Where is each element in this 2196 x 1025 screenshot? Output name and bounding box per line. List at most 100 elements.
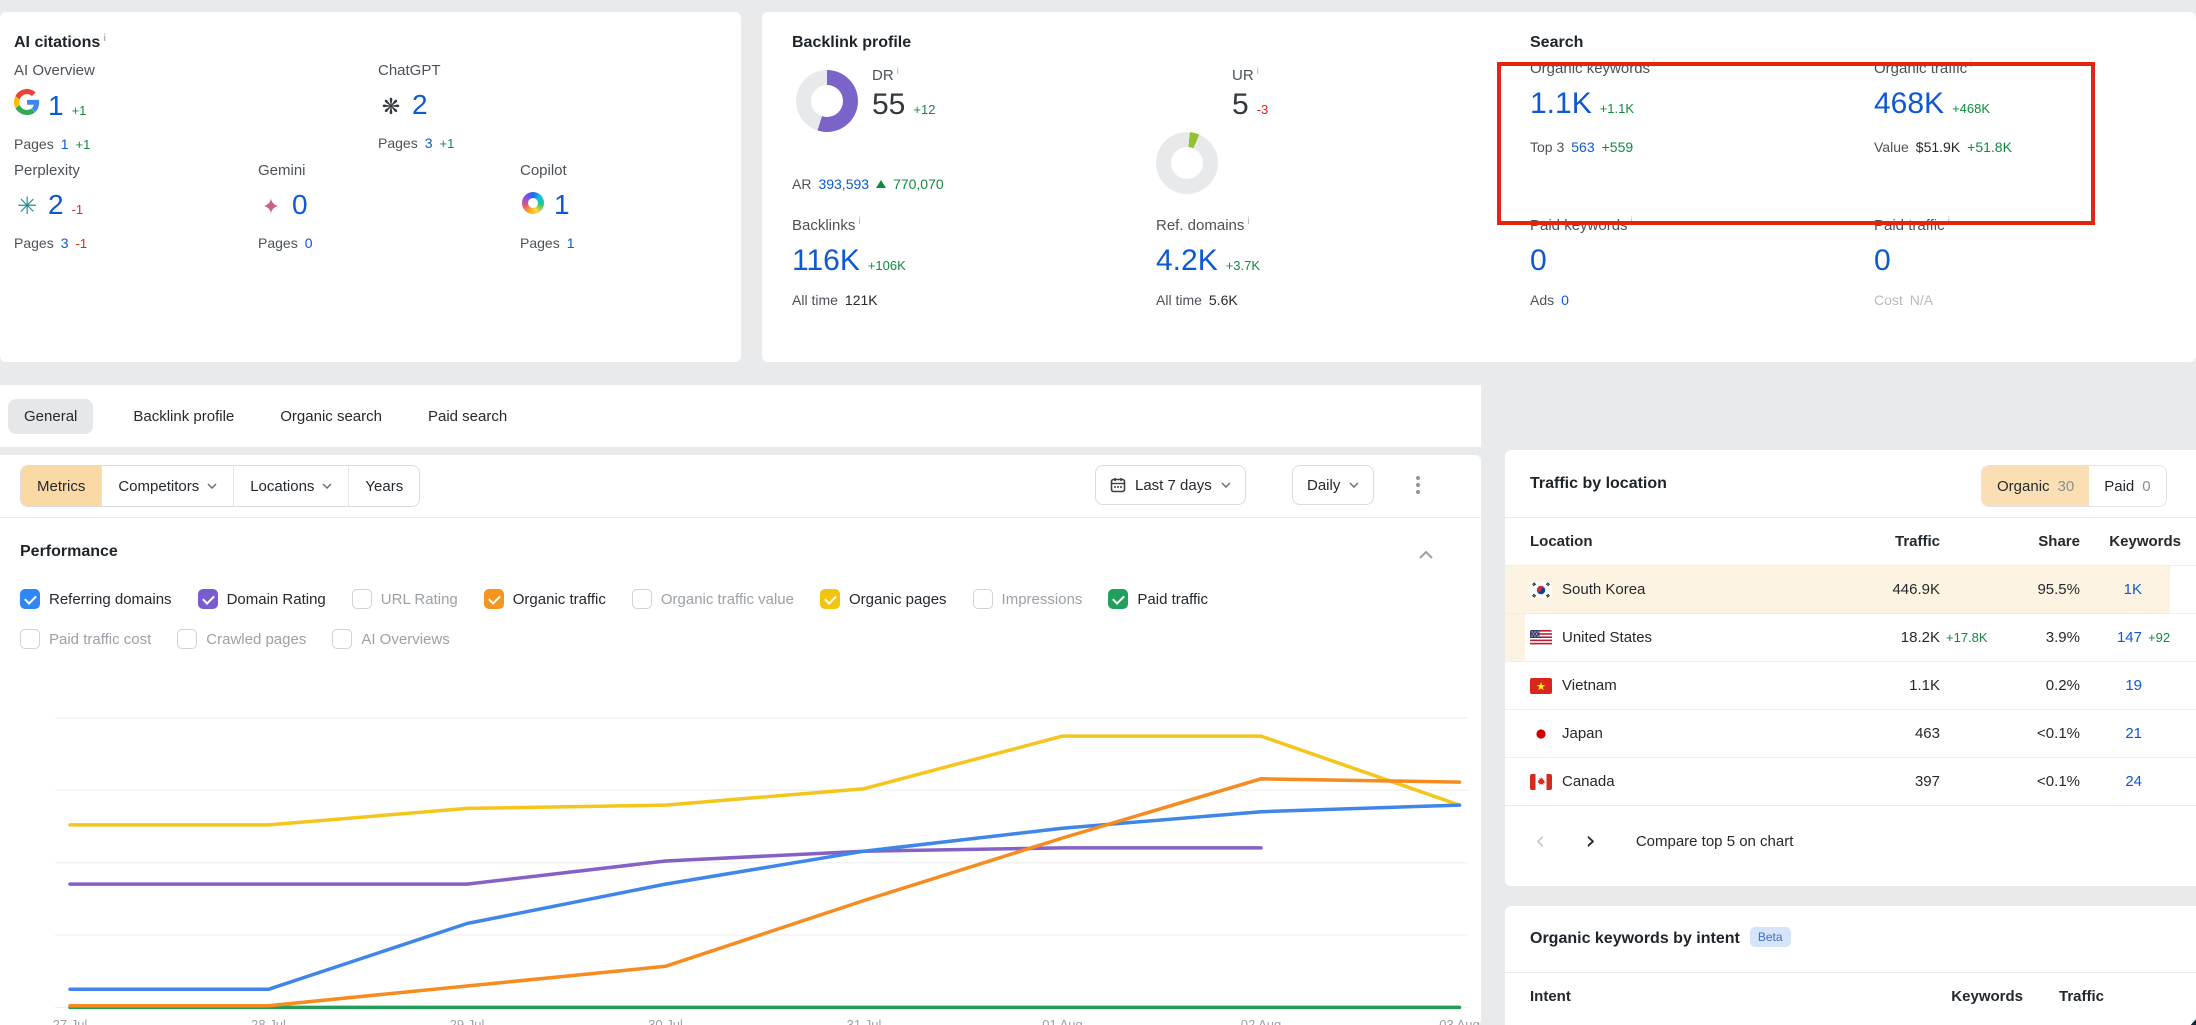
ai-overview-metric: AI Overview 1 +1 Pages1+1 [14, 62, 95, 152]
checkbox-icon [1108, 589, 1128, 609]
gemini-metric: Gemini ✦ 0 Pages0 [258, 162, 313, 251]
prev-page-icon[interactable]: ‹ [1535, 828, 1545, 854]
date-range-button[interactable]: Last 7 days [1095, 465, 1246, 505]
years-filter-button[interactable]: Years [348, 466, 419, 506]
info-icon[interactable]: i [1970, 59, 1972, 70]
checkbox-referring-domains[interactable]: Referring domains [20, 589, 172, 609]
checkbox-organic-pages[interactable]: Organic pages [820, 589, 947, 609]
kebab-menu-icon[interactable] [1412, 472, 1424, 498]
location-table-header: Location Traffic Share Keywords [1505, 517, 2196, 565]
tab-general[interactable]: General [8, 399, 93, 434]
svg-text:02 Aug: 02 Aug [1241, 1017, 1282, 1025]
chatgpt-value[interactable]: 2 [412, 89, 428, 121]
svg-text:03 Aug: 03 Aug [1439, 1017, 1480, 1025]
backlink-profile-title: Backlink profile [792, 34, 911, 52]
organic-keywords-value[interactable]: 1.1K [1530, 87, 1592, 121]
info-icon[interactable]: i [1257, 66, 1259, 77]
locations-filter-button[interactable]: Locations [233, 466, 348, 506]
checkbox-icon [484, 589, 504, 609]
info-icon[interactable]: i [1653, 59, 1655, 70]
keywords-link[interactable]: 21 [2080, 725, 2142, 742]
toggle-paid[interactable]: Paid0 [2089, 466, 2165, 506]
backlinks-value[interactable]: 116K [792, 244, 860, 278]
checkbox-icon [973, 589, 993, 609]
keywords-link[interactable]: 1K [2080, 581, 2142, 598]
compare-top5-link[interactable]: Compare top 5 on chart [1636, 833, 1794, 850]
checkbox-organic-traffic-value[interactable]: Organic traffic value [632, 589, 794, 609]
copilot-icon [520, 190, 546, 216]
top3-link[interactable]: 563 [1571, 139, 1594, 155]
up-triangle-icon [876, 180, 886, 188]
tab-backlink-profile[interactable]: Backlink profile [127, 399, 240, 434]
organic-paid-toggle: Organic30 Paid0 [1981, 465, 2167, 507]
search-title: Search [1530, 34, 1583, 52]
ai-citations-card: AI citationsi AI Overview 1 +1 Pages1+1 … [0, 12, 741, 362]
pages-link[interactable]: 0 [305, 235, 313, 251]
location-row-vietnam: Vietnam 1.1K 0.2% 19 [1505, 661, 2196, 709]
info-icon[interactable]: i [1631, 216, 1633, 227]
checkbox-paid-traffic[interactable]: Paid traffic [1108, 589, 1208, 609]
collapse-chevron-up-icon[interactable] [1418, 550, 1434, 559]
checkbox-icon [332, 629, 352, 649]
checkbox-url-rating[interactable]: URL Rating [352, 589, 458, 609]
next-page-icon[interactable]: › [1585, 828, 1595, 854]
ar-link[interactable]: 393,593 [818, 176, 869, 192]
checkbox-ai-overviews[interactable]: AI Overviews [332, 629, 449, 649]
chevron-down-icon [207, 483, 217, 489]
info-icon[interactable]: i [897, 66, 899, 77]
metrics-filter-button[interactable]: Metrics [21, 466, 101, 506]
perplexity-metric: Perplexity ✳ 2 -1 Pages3-1 [14, 162, 87, 251]
perplexity-value[interactable]: 2 [48, 189, 64, 221]
checkbox-icon [352, 589, 372, 609]
checkbox-domain-rating[interactable]: Domain Rating [198, 589, 326, 609]
checkbox-paid-traffic-cost[interactable]: Paid traffic cost [20, 629, 151, 649]
keywords-by-intent-card: Organic keywords by intentBeta Intent Ke… [1505, 906, 2196, 1025]
keywords-link[interactable]: 24 [2080, 773, 2142, 790]
checkbox-icon [20, 589, 40, 609]
ads-link[interactable]: 0 [1561, 292, 1569, 308]
site-explorer-dashboard: AI citationsi AI Overview 1 +1 Pages1+1 … [0, 0, 2196, 1025]
pages-link[interactable]: 3 [425, 135, 433, 151]
paid-traffic-metric: Paid traffici 0 CostN/A [1874, 217, 1950, 308]
paid-keywords-value[interactable]: 0 [1530, 244, 1547, 278]
checkbox-impressions[interactable]: Impressions [973, 589, 1083, 609]
ref-domains-metric: Ref. domainsi 4.2K+3.7K All time5.6K [1156, 217, 1260, 308]
keywords-link[interactable]: 147 [2080, 629, 2142, 646]
keywords-link[interactable]: 19 [2080, 677, 2142, 694]
ai-citations-title: AI citationsi [14, 34, 106, 52]
intent-title-row: Organic keywords by intentBeta [1530, 930, 1791, 948]
pages-link[interactable]: 3 [61, 235, 69, 251]
calendar-icon [1110, 477, 1126, 493]
info-icon[interactable]: i [858, 216, 860, 227]
dr-donut [796, 70, 858, 132]
ref-domains-value[interactable]: 4.2K [1156, 244, 1218, 278]
gemini-value[interactable]: 0 [292, 189, 308, 221]
ur-donut [1156, 132, 1218, 194]
ai-overview-value[interactable]: 1 [48, 90, 64, 122]
granularity-button[interactable]: Daily [1292, 465, 1374, 505]
svg-text:31 Jul: 31 Jul [847, 1017, 882, 1025]
organic-keywords-metric: Organic keywordsi 1.1K+1.1K Top 3563+559 [1530, 60, 1655, 155]
competitors-filter-button[interactable]: Competitors [101, 466, 233, 506]
toggle-organic[interactable]: Organic30 [1982, 466, 2089, 506]
organic-traffic-value[interactable]: 468K [1874, 87, 1944, 121]
beta-badge: Beta [1750, 927, 1791, 947]
backlinks-metric: Backlinksi 116K+106K All time121K [792, 217, 906, 308]
checkbox-crawled-pages[interactable]: Crawled pages [177, 629, 306, 649]
pages-link[interactable]: 1 [61, 136, 69, 152]
info-icon[interactable]: i [1247, 216, 1249, 227]
copilot-value[interactable]: 1 [554, 189, 570, 221]
checkbox-organic-traffic[interactable]: Organic traffic [484, 589, 606, 609]
performance-chart[interactable]: 27 Jul28 Jul29 Jul30 Jul31 Jul01 Aug02 A… [0, 685, 1481, 1025]
organic-traffic-metric: Organic traffici 468K+468K Value$51.9K+5… [1874, 60, 2012, 155]
tab-paid-search[interactable]: Paid search [422, 399, 513, 434]
paid-traffic-value[interactable]: 0 [1874, 244, 1891, 278]
pages-link[interactable]: 1 [567, 235, 575, 251]
tab-organic-search[interactable]: Organic search [274, 399, 388, 434]
ur-metric: URi 5-3 [1232, 67, 1268, 122]
backlink-search-card: Backlink profile DRi 55+12 AR 393,593 77… [762, 12, 2196, 362]
svg-text:01 Aug: 01 Aug [1042, 1017, 1083, 1025]
info-icon[interactable]: i [1948, 216, 1950, 227]
japan-flag-icon [1530, 726, 1552, 742]
info-icon[interactable]: i [103, 33, 106, 44]
